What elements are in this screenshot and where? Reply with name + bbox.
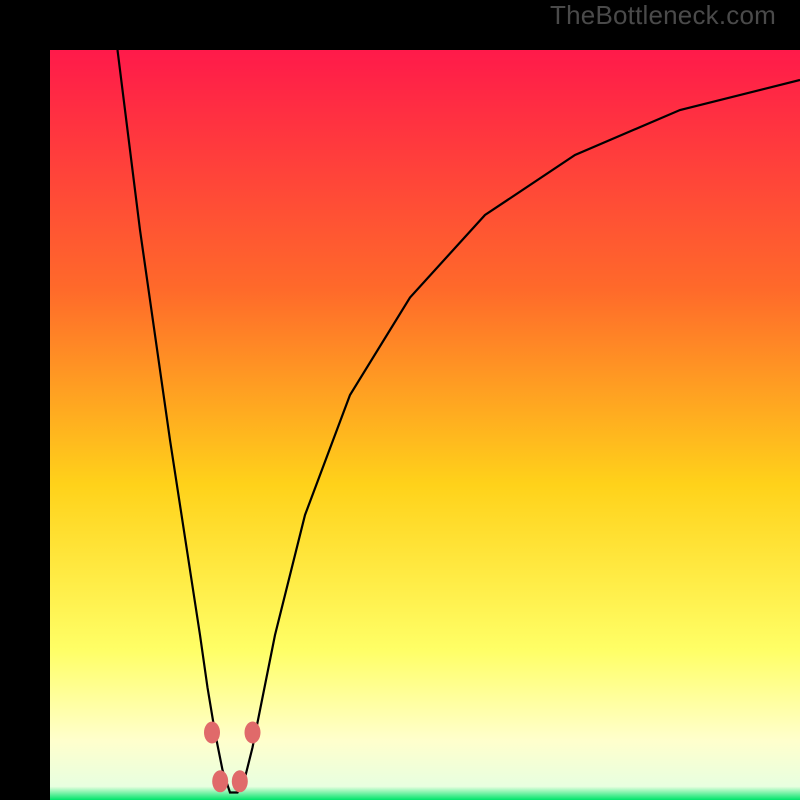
curve-marker xyxy=(245,722,261,744)
gradient-background xyxy=(50,50,800,800)
watermark-text: TheBottleneck.com xyxy=(550,0,776,31)
curve-marker xyxy=(232,770,248,792)
curve-marker xyxy=(204,722,220,744)
curve-marker xyxy=(212,770,228,792)
chart-frame xyxy=(25,25,775,775)
bottleneck-chart xyxy=(50,50,800,800)
